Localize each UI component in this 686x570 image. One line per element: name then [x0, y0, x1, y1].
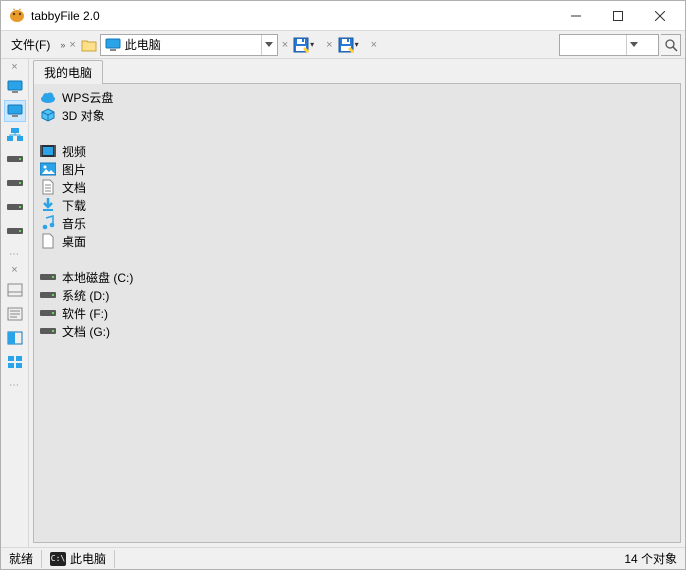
status-ready: 就绪 [9, 550, 33, 567]
statusbar-separator [41, 550, 42, 568]
file-item[interactable]: 桌面 [38, 232, 676, 250]
sidebar-sep-2: ⋯ [9, 380, 20, 391]
sidebar-item-monitor-1[interactable] [4, 76, 26, 98]
file-item[interactable]: 音乐 [38, 214, 676, 232]
app-icon [9, 8, 25, 24]
titlebar: tabbyFile 2.0 [1, 1, 685, 31]
file-item-label: 文档 (G:) [62, 323, 110, 340]
save-icon-2[interactable] [337, 36, 355, 54]
sidebar-item-grid[interactable] [4, 351, 26, 373]
status-location-chip[interactable]: C:\ 此电脑 [50, 550, 106, 567]
tab-label: 我的电脑 [44, 66, 92, 80]
file-item[interactable]: WPS云盘 [38, 88, 676, 106]
statusbar-separator-2 [114, 550, 115, 568]
toolbar: 文件(F) » × 此电脑 × ▾ × [1, 31, 685, 59]
menu-file[interactable]: 文件(F) [5, 34, 56, 55]
sidebar-item-drive-1[interactable] [4, 148, 26, 170]
minimize-button[interactable] [555, 2, 597, 30]
cloud-icon [40, 89, 56, 105]
toolbar-close-3[interactable]: × [324, 39, 334, 51]
file-item[interactable]: 文档 (G:) [38, 322, 676, 340]
music-icon [40, 215, 56, 231]
path-text: 此电脑 [125, 36, 161, 53]
drive-icon [40, 269, 56, 285]
file-item[interactable]: 系统 (D:) [38, 286, 676, 304]
file-item-label: 文档 [62, 179, 86, 196]
status-count: 14 个对象 [624, 550, 677, 567]
file-item-label: WPS云盘 [62, 89, 113, 106]
path-dropdown-icon[interactable] [261, 35, 277, 55]
cube-icon [40, 107, 56, 123]
file-item[interactable]: 软件 (F:) [38, 304, 676, 322]
search-box[interactable] [559, 34, 659, 56]
save-1-dropdown[interactable]: ▾ [310, 40, 322, 49]
window-title: tabbyFile 2.0 [31, 9, 555, 23]
sidebar-item-text[interactable] [4, 303, 26, 325]
statusbar: 就绪 C:\ 此电脑 14 个对象 [1, 547, 685, 569]
search-button[interactable] [661, 34, 681, 56]
file-item[interactable]: 图片 [38, 160, 676, 178]
toolbar-close-4[interactable]: × [369, 39, 379, 51]
file-item-label: 软件 (F:) [62, 305, 108, 322]
file-item[interactable]: 文档 [38, 178, 676, 196]
download-icon [40, 197, 56, 213]
tabbar: 我的电脑 [29, 59, 685, 83]
drive-icon [40, 287, 56, 303]
file-item-label: 3D 对象 [62, 107, 105, 124]
doc-icon [40, 179, 56, 195]
file-item-label: 视频 [62, 143, 86, 160]
sidebar-item-drive-2[interactable] [4, 172, 26, 194]
search-dropdown-icon[interactable] [626, 35, 640, 55]
sidebar-item-network[interactable] [4, 124, 26, 146]
file-item-label: 下载 [62, 197, 86, 214]
file-item-label: 图片 [62, 161, 86, 178]
sidebar-item-panel[interactable] [4, 279, 26, 301]
sidebar-item-drive-3[interactable] [4, 196, 26, 218]
file-item[interactable]: 本地磁盘 (C:) [38, 268, 676, 286]
file-item-label: 系统 (D:) [62, 287, 109, 304]
cmd-icon: C:\ [50, 552, 66, 566]
sidebar-item-drive-4[interactable] [4, 220, 26, 242]
computer-icon [105, 38, 121, 52]
desktop-icon [40, 233, 56, 249]
file-item-label: 本地磁盘 (C:) [62, 269, 133, 286]
sidebar-item-dualpanel[interactable] [4, 327, 26, 349]
drive-icon [40, 323, 56, 339]
drive-icon [40, 305, 56, 321]
file-item-label: 桌面 [62, 233, 86, 250]
sidebar-close[interactable]: × [11, 61, 17, 75]
path-combobox[interactable]: 此电脑 [100, 34, 278, 56]
menu-expand-icon[interactable]: » [58, 40, 65, 50]
video-icon [40, 143, 56, 159]
file-list[interactable]: WPS云盘3D 对象视频图片文档下载音乐桌面本地磁盘 (C:)系统 (D:)软件… [33, 83, 681, 543]
file-item-label: 音乐 [62, 215, 86, 232]
sidebar-close-2[interactable]: × [11, 264, 17, 276]
folder-icon[interactable] [80, 36, 98, 54]
search-input[interactable] [560, 38, 626, 52]
picture-icon [40, 161, 56, 177]
tab-my-computer[interactable]: 我的电脑 [33, 60, 103, 84]
toolbar-close-2[interactable]: × [280, 39, 290, 51]
file-item[interactable]: 3D 对象 [38, 106, 676, 124]
close-button[interactable] [639, 2, 681, 30]
toolbar-close-1[interactable]: × [67, 39, 77, 51]
sidebar-sep-1: ⋯ [9, 249, 20, 260]
sidebar-item-monitor-active[interactable] [4, 100, 26, 122]
maximize-button[interactable] [597, 2, 639, 30]
save-icon-1[interactable] [292, 36, 310, 54]
sidebar: × ⋯ × [1, 59, 29, 547]
file-item[interactable]: 下载 [38, 196, 676, 214]
save-2-dropdown[interactable]: ▾ [355, 40, 367, 49]
file-item[interactable]: 视频 [38, 142, 676, 160]
status-location: 此电脑 [70, 550, 106, 567]
